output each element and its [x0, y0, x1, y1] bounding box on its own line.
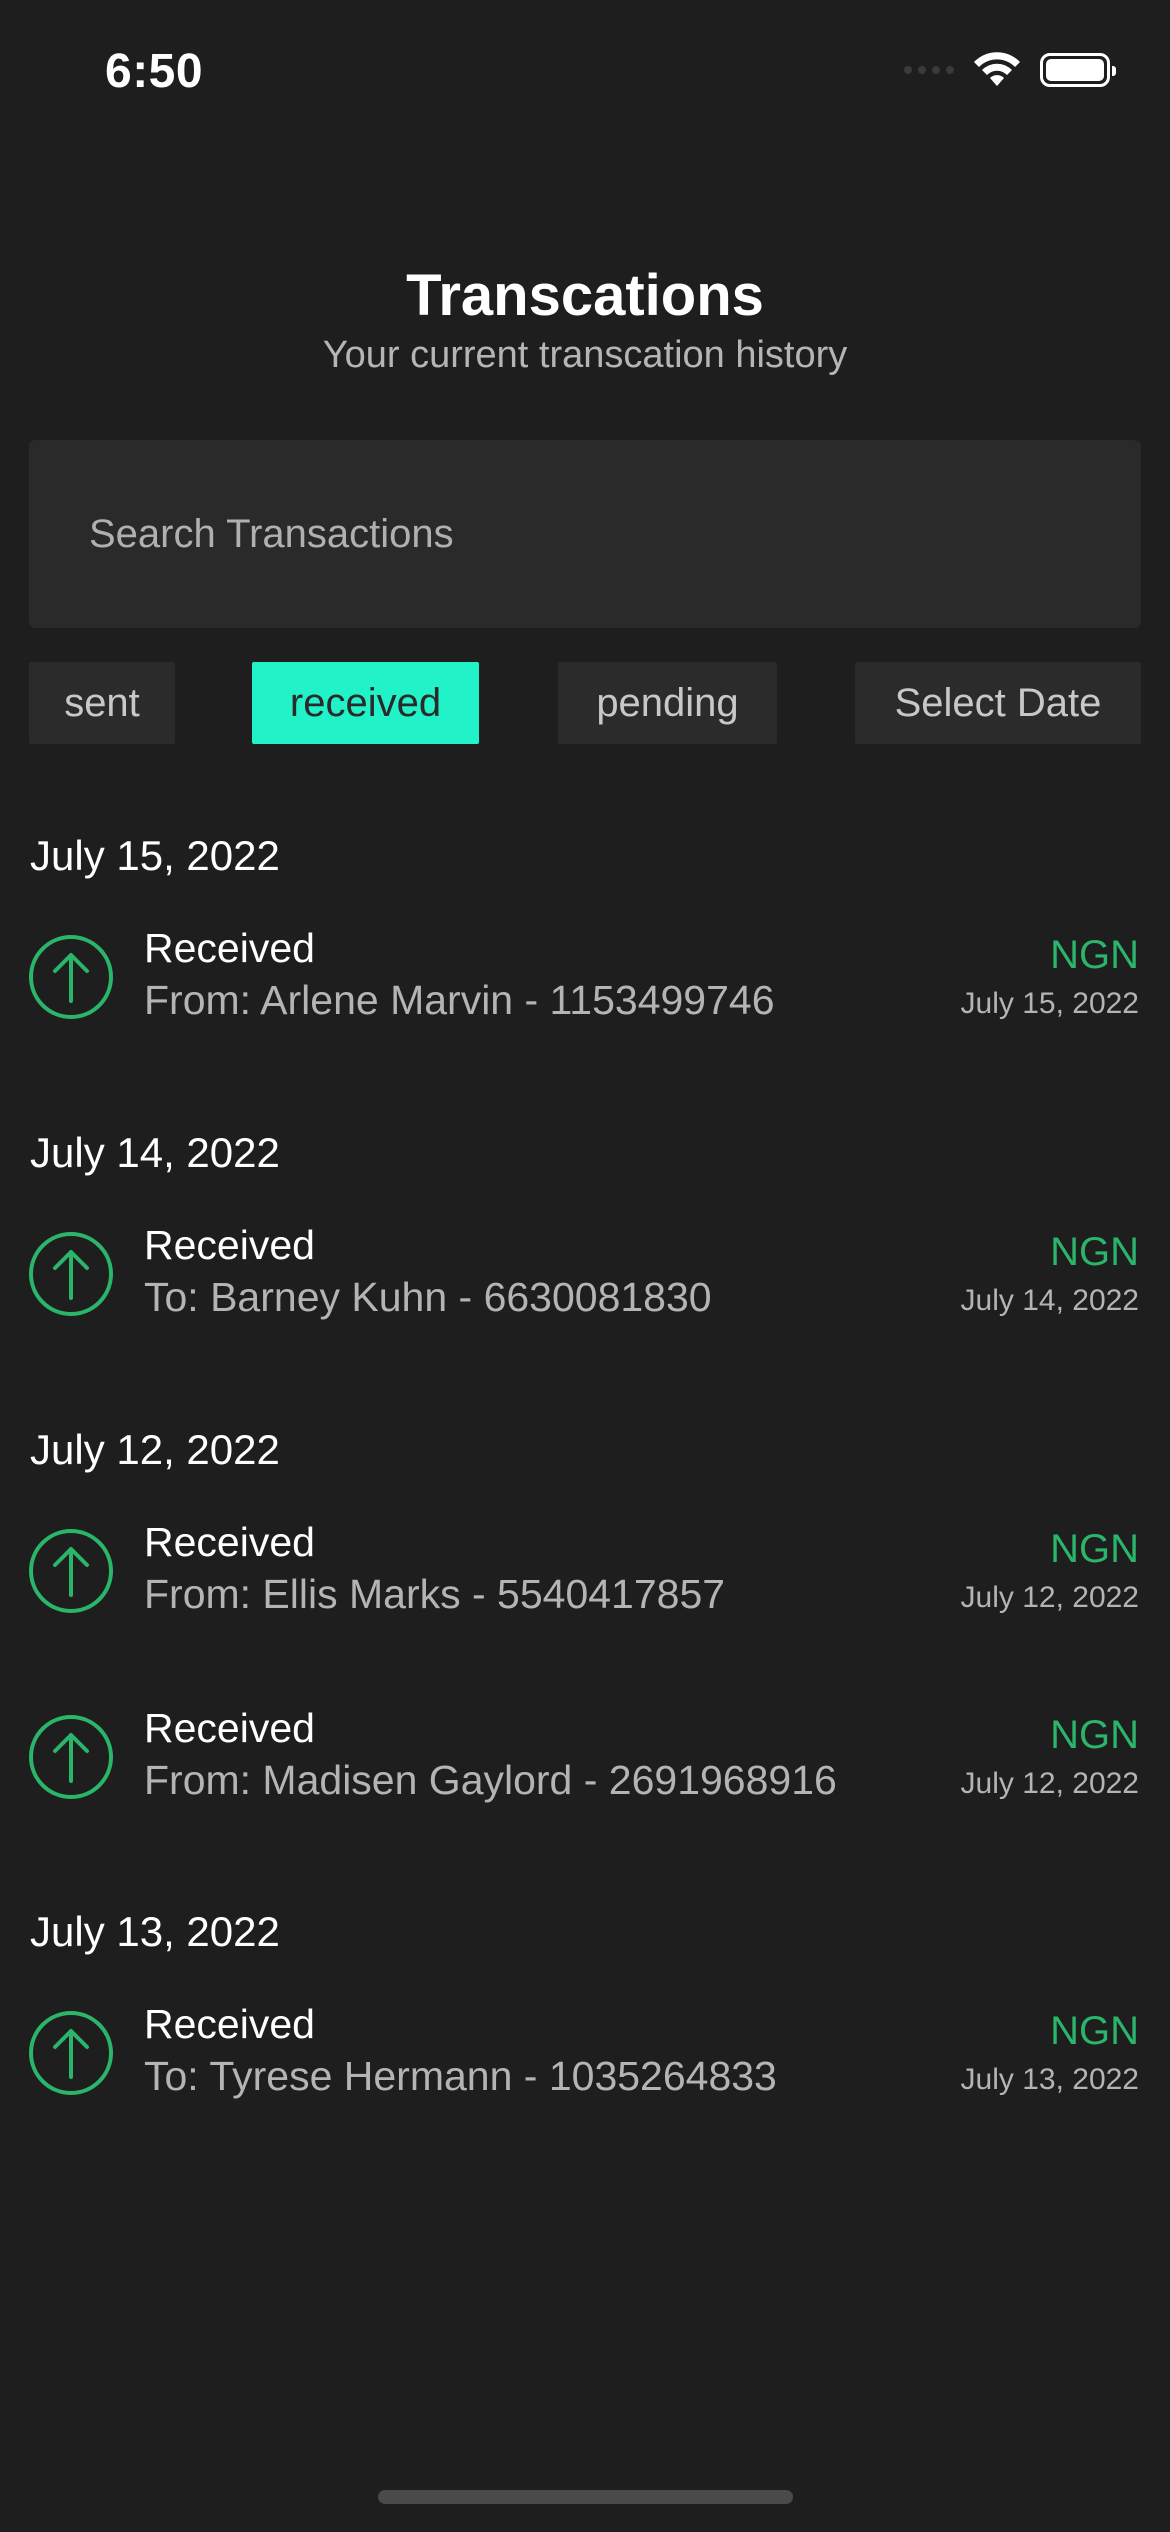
- transaction-currency: NGN: [1050, 1230, 1139, 1274]
- transaction-currency: NGN: [1050, 933, 1139, 977]
- transaction-currency: NGN: [1050, 1527, 1139, 1571]
- search-input[interactable]: [29, 440, 1141, 628]
- filter-pending-button[interactable]: pending: [558, 662, 777, 744]
- transaction-currency: NGN: [1050, 1713, 1139, 1757]
- transaction-date: July 15, 2022: [960, 987, 1139, 1020]
- transaction-type: Received: [144, 925, 315, 971]
- transaction-date: July 13, 2022: [960, 2063, 1139, 2096]
- status-indicators: [904, 52, 1116, 88]
- filter-received-button[interactable]: received: [252, 662, 479, 744]
- page-subtitle: Your current transcation history: [322, 334, 848, 376]
- transaction-date: July 12, 2022: [960, 1767, 1139, 1800]
- transaction-detail: To: Barney Kuhn - 6630081830: [144, 1274, 712, 1320]
- status-time: 6:50: [105, 45, 204, 98]
- transaction-row[interactable]: Received To: Barney Kuhn - 6630081830 NG…: [0, 1222, 1170, 1350]
- transaction-type: Received: [144, 1222, 315, 1268]
- home-indicator[interactable]: [378, 2490, 793, 2504]
- transaction-row[interactable]: Received From: Madisen Gaylord - 2691968…: [0, 1705, 1170, 1833]
- date-group-header: July 14, 2022: [30, 1129, 280, 1176]
- transaction-type: Received: [144, 2001, 315, 2047]
- page-title: Transcations: [406, 263, 764, 328]
- select-date-button[interactable]: Select Date: [855, 662, 1141, 744]
- transaction-type: Received: [144, 1519, 315, 1565]
- arrow-up-circle-icon: [29, 1715, 113, 1799]
- transaction-row[interactable]: Received To: Tyrese Hermann - 1035264833…: [0, 2001, 1170, 2129]
- filter-sent-button[interactable]: sent: [29, 662, 175, 744]
- transaction-detail: From: Ellis Marks - 5540417857: [144, 1571, 726, 1617]
- arrow-up-circle-icon: [29, 2011, 113, 2095]
- transaction-detail: From: Arlene Marvin - 1153499746: [144, 977, 775, 1023]
- transaction-row[interactable]: Received From: Ellis Marks - 5540417857 …: [0, 1519, 1170, 1647]
- transaction-type: Received: [144, 1705, 315, 1751]
- date-group-header: July 15, 2022: [30, 832, 280, 879]
- transaction-detail: From: Madisen Gaylord - 2691968916: [144, 1757, 837, 1803]
- wifi-icon: [972, 52, 1022, 88]
- transaction-date: July 12, 2022: [960, 1581, 1139, 1614]
- cellular-signal-icon: [904, 66, 954, 74]
- transaction-currency: NGN: [1050, 2009, 1139, 2053]
- transaction-date: July 14, 2022: [960, 1284, 1139, 1317]
- date-group-header: July 13, 2022: [30, 1908, 280, 1955]
- arrow-up-circle-icon: [29, 1232, 113, 1316]
- transactions-screen: 6:50 Transcations Your current transcati…: [0, 0, 1170, 2532]
- transaction-row[interactable]: Received From: Arlene Marvin - 115349974…: [0, 925, 1170, 1053]
- transaction-detail: To: Tyrese Hermann - 1035264833: [144, 2053, 777, 2099]
- arrow-up-circle-icon: [29, 935, 113, 1019]
- arrow-up-circle-icon: [29, 1529, 113, 1613]
- battery-icon: [1040, 53, 1116, 87]
- date-group-header: July 12, 2022: [30, 1426, 280, 1473]
